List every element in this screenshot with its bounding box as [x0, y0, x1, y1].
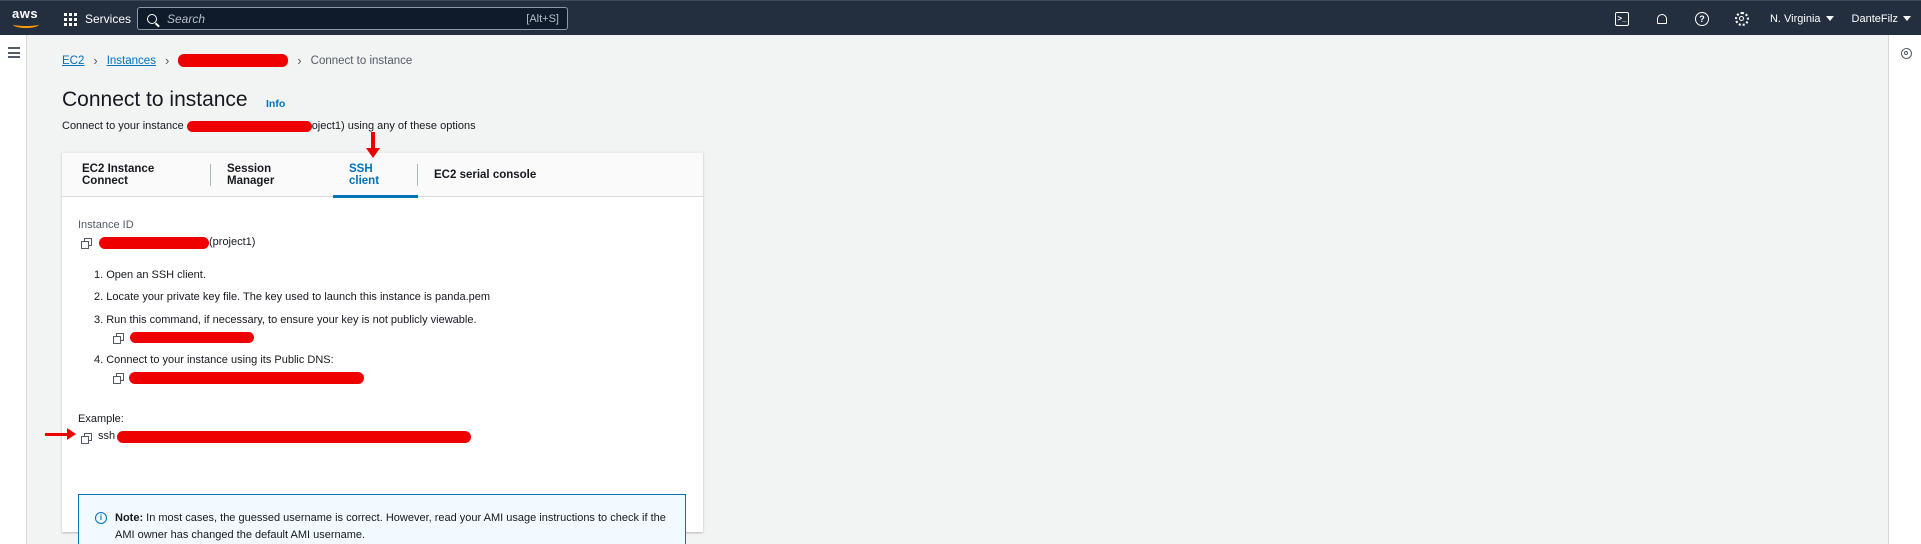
account-label: DanteFilz	[1851, 12, 1898, 25]
breadcrumb: EC2 › Instances › › Connect to instance	[62, 53, 412, 68]
subtitle-suffix: oject1) using any of these options	[311, 120, 476, 132]
aws-logo[interactable]: aws	[12, 7, 42, 30]
settings-panel-icon[interactable]	[1901, 48, 1912, 59]
note-bold: Note:	[115, 512, 144, 524]
region-selector[interactable]: N. Virginia	[1770, 13, 1834, 25]
help-icon[interactable]: ?	[1694, 11, 1709, 26]
tab-session-manager[interactable]: Session Manager	[211, 153, 333, 197]
instance-id-label: Instance ID	[78, 219, 134, 231]
example-ssh-prefix: ssh	[98, 430, 116, 442]
annotation-arrow-down-icon	[366, 132, 380, 158]
redacted-chmod-command	[130, 332, 254, 343]
step-4: 4. Connect to your instance using its Pu…	[94, 354, 334, 366]
redacted-instance-id	[99, 237, 209, 249]
nav-right-group: >_ ? N. Virginia DanteFilz	[1602, 1, 1921, 36]
copy-icon[interactable]	[113, 333, 124, 344]
step-2: 2. Locate your private key file. The key…	[94, 291, 491, 303]
step-1: 1. Open an SSH client.	[94, 269, 206, 281]
page-subtitle: Connect to your instance oject1) using a…	[62, 120, 476, 132]
bell-icon[interactable]	[1655, 12, 1669, 26]
search-icon	[147, 13, 157, 24]
instance-suffix: (project1)	[209, 236, 256, 248]
search-bar[interactable]: [Alt+S]	[137, 7, 568, 30]
redacted-instance-link[interactable]	[178, 54, 289, 67]
note-alert: i Note: In most cases, the guessed usern…	[78, 494, 686, 544]
search-shortcut-hint: [Alt+S]	[526, 12, 559, 25]
gear-icon[interactable]	[1734, 11, 1749, 26]
tab-ssh-client[interactable]: SSH client	[333, 153, 418, 198]
search-input[interactable]	[167, 11, 527, 26]
chevron-right-icon: ›	[164, 53, 170, 68]
note-text: Note: In most cases, the guessed usernam…	[115, 510, 675, 544]
breadcrumb-instances[interactable]: Instances	[107, 55, 156, 67]
page-title: Connect to instance	[62, 88, 248, 111]
chevron-right-icon: ›	[93, 53, 98, 68]
redacted-public-dns	[129, 372, 364, 384]
info-icon: i	[95, 512, 107, 524]
services-menu-button[interactable]: Services	[64, 10, 131, 28]
breadcrumb-ec2[interactable]: EC2	[62, 55, 84, 67]
chevron-down-icon	[1903, 16, 1911, 21]
chevron-right-icon: ›	[297, 53, 302, 68]
aws-smile-icon	[13, 21, 39, 28]
copy-icon[interactable]	[81, 433, 92, 444]
subtitle-prefix: Connect to your instance	[62, 120, 184, 132]
redacted-ssh-command	[117, 431, 471, 443]
top-navigation: aws Services [Alt+S] >_ ? N. Virginia Da…	[0, 0, 1921, 35]
tab-bar: EC2 Instance Connect Session Manager SSH…	[62, 153, 703, 198]
step-3: 3. Run this command, if necessary, to en…	[94, 314, 477, 326]
redacted-instance-name	[186, 120, 312, 132]
left-sidebar	[0, 35, 27, 544]
connect-panel: EC2 Instance Connect Session Manager SSH…	[62, 152, 703, 544]
annotation-arrow-right-icon	[45, 428, 76, 440]
account-menu[interactable]: DanteFilz	[1852, 13, 1911, 25]
tab-ec2-serial-console[interactable]: EC2 serial console	[418, 153, 552, 197]
services-label: Services	[85, 12, 132, 26]
menu-icon[interactable]	[8, 47, 20, 61]
copy-icon[interactable]	[113, 373, 124, 384]
region-label: N. Virginia	[1769, 12, 1821, 25]
copy-icon[interactable]	[81, 238, 92, 249]
breadcrumb-current: Connect to instance	[310, 54, 413, 67]
chevron-down-icon	[1825, 16, 1834, 21]
grid-icon	[64, 12, 77, 26]
example-label: Example:	[78, 413, 124, 425]
cloudshell-icon[interactable]: >_	[1614, 11, 1629, 26]
info-link[interactable]: Info	[266, 98, 285, 110]
tab-ec2-instance-connect[interactable]: EC2 Instance Connect	[66, 153, 211, 197]
right-sidebar	[1888, 35, 1921, 544]
note-body: In most cases, the guessed username is c…	[115, 512, 666, 541]
